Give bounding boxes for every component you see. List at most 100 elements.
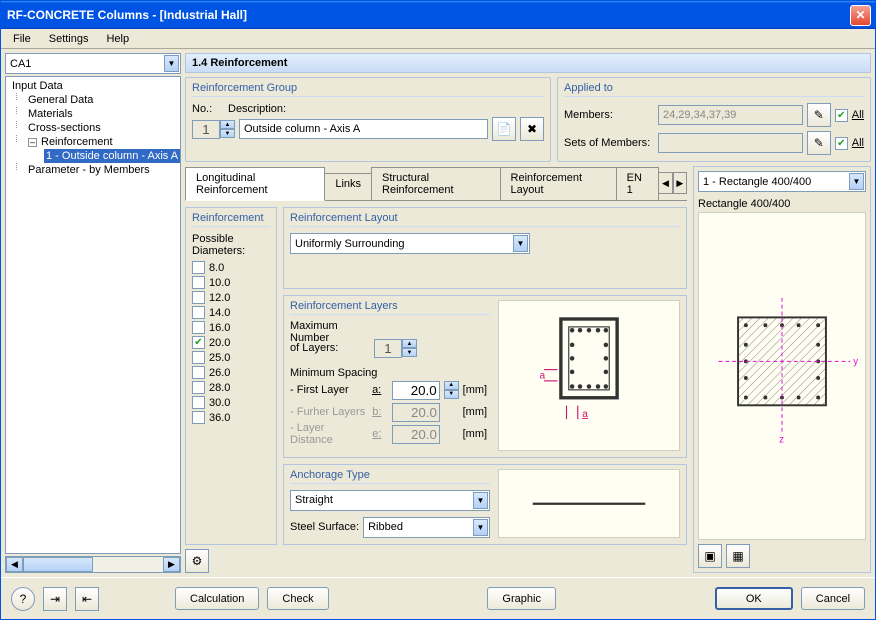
menu-help[interactable]: Help <box>98 31 137 47</box>
chevron-down-icon[interactable]: ▼ <box>473 492 488 509</box>
export-icon[interactable]: ⇤ <box>75 587 99 611</box>
sets-label: Sets of Members: <box>564 137 654 149</box>
menubar: File Settings Help <box>1 29 875 49</box>
diameter-item[interactable]: ✔20.0 <box>192 336 270 349</box>
graphic-button[interactable]: Graphic <box>487 587 556 610</box>
tree-reinf-child[interactable]: 1 - Outside column - Axis A <box>8 149 178 163</box>
diameter-item[interactable]: 14.0 <box>192 306 270 319</box>
members-all-check[interactable]: ✔ <box>835 109 848 122</box>
delete-group-icon[interactable]: ✖ <box>520 117 544 141</box>
diameter-item[interactable]: 30.0 <box>192 396 270 409</box>
settings-icon[interactable]: ⚙ <box>185 549 209 573</box>
chevron-down-icon[interactable]: ▼ <box>849 173 864 190</box>
diameter-check[interactable]: ✔ <box>192 336 205 349</box>
tab-longitudinal[interactable]: Longitudinal Reinforcement <box>185 167 325 201</box>
diameter-check[interactable] <box>192 366 205 379</box>
scroll-left-icon[interactable]: ◀ <box>6 557 23 572</box>
diameter-item[interactable]: 10.0 <box>192 276 270 289</box>
diameter-check[interactable] <box>192 276 205 289</box>
diameter-check[interactable] <box>192 381 205 394</box>
close-icon[interactable]: ✕ <box>850 5 871 26</box>
cancel-button[interactable]: Cancel <box>801 587 865 610</box>
tree-reinforcement[interactable]: –Reinforcement <box>8 135 178 149</box>
diameter-item[interactable]: 12.0 <box>192 291 270 304</box>
tree-parameter[interactable]: Parameter - by Members <box>8 163 178 177</box>
preview-btn1-icon[interactable]: ▣ <box>698 544 722 568</box>
surface-combo[interactable]: Ribbed ▼ <box>363 517 490 538</box>
tree-general[interactable]: General Data <box>8 93 178 107</box>
chevron-down-icon[interactable]: ▼ <box>164 55 179 72</box>
check-button[interactable]: Check <box>267 587 328 610</box>
tab-scroll-right-icon[interactable]: ▶ <box>673 172 687 194</box>
diameter-item[interactable]: 8.0 <box>192 261 270 274</box>
layer-diagram: a a <box>498 300 680 451</box>
scroll-right-icon[interactable]: ▶ <box>163 557 180 572</box>
sets-all-label[interactable]: All <box>852 137 864 149</box>
main-content: Longitudinal Reinforcement Links Structu… <box>185 166 871 573</box>
diameter-item[interactable]: 28.0 <box>192 381 270 394</box>
nav-tree[interactable]: Input Data General Data Materials Cross-… <box>5 76 181 554</box>
help-icon[interactable]: ? <box>11 587 35 611</box>
chevron-down-icon[interactable]: ▼ <box>513 235 528 252</box>
tree-hscroll[interactable]: ◀ ▶ <box>5 556 181 573</box>
diameter-check[interactable] <box>192 306 205 319</box>
diameter-item[interactable]: 25.0 <box>192 351 270 364</box>
members-all-label[interactable]: All <box>852 109 864 121</box>
pick-members-icon[interactable]: ✎ <box>807 103 831 127</box>
diameter-item[interactable]: 36.0 <box>192 411 270 424</box>
no-label: No.: <box>192 103 224 115</box>
diameter-check[interactable] <box>192 321 205 334</box>
calculation-button[interactable]: Calculation <box>175 587 259 610</box>
anchorage-diagram <box>498 469 680 539</box>
menu-file[interactable]: File <box>5 31 39 47</box>
tree-materials[interactable]: Materials <box>8 107 178 121</box>
new-group-icon[interactable]: 📄 <box>492 117 516 141</box>
tab-structural[interactable]: Structural Reinforcement <box>371 167 501 200</box>
layout-combo[interactable]: Uniformly Surrounding ▼ <box>290 233 530 254</box>
collapse-icon[interactable]: – <box>28 138 37 147</box>
anchorage-combo[interactable]: Straight ▼ <box>290 490 490 511</box>
right-panel: 1.4 Reinforcement Reinforcement Group No… <box>185 53 871 573</box>
anchorage-type: Anchorage Type Straight ▼ Steel Surface: <box>283 464 687 546</box>
members-label: Members: <box>564 109 654 121</box>
desc-input[interactable]: Outside column - Axis A <box>239 119 488 139</box>
tree-root[interactable]: Input Data <box>8 79 178 93</box>
preview-btn2-icon[interactable]: ▦ <box>726 544 750 568</box>
layer-dist-input <box>392 425 440 444</box>
further-layer-input <box>392 403 440 422</box>
tabs: Longitudinal Reinforcement Links Structu… <box>185 166 687 201</box>
page-title: 1.4 Reinforcement <box>185 53 871 73</box>
diameter-item[interactable]: 16.0 <box>192 321 270 334</box>
group-no-spinner[interactable]: ▲▼ <box>192 120 235 139</box>
tab-links[interactable]: Links <box>324 173 372 194</box>
pick-sets-icon[interactable]: ✎ <box>807 131 831 155</box>
diameter-check[interactable] <box>192 261 205 274</box>
members-field: 24,29,34,37,39 <box>658 105 803 125</box>
tree-cross[interactable]: Cross-sections <box>8 121 178 135</box>
tab-scroll-left-icon[interactable]: ◀ <box>658 172 672 194</box>
spin-up-icon[interactable]: ▲ <box>220 120 235 129</box>
case-combo[interactable]: CA1 ▼ <box>5 53 181 74</box>
tab-en[interactable]: EN 1 <box>616 167 660 200</box>
sets-all-check[interactable]: ✔ <box>835 137 848 150</box>
diameter-check[interactable] <box>192 351 205 364</box>
chevron-down-icon[interactable]: ▼ <box>473 519 488 536</box>
svg-text:z: z <box>779 434 784 445</box>
reinforcement-layout: Reinforcement Layout Uniformly Surroundi… <box>283 207 687 289</box>
group-no-input[interactable] <box>192 120 220 139</box>
diameter-check[interactable] <box>192 396 205 409</box>
diameter-check[interactable] <box>192 291 205 304</box>
ok-button[interactable]: OK <box>715 587 793 610</box>
titlebar: RF-CONCRETE Columns - [Industrial Hall] … <box>1 1 875 29</box>
import-icon[interactable]: ⇥ <box>43 587 67 611</box>
max-layers-spinner[interactable]: ▲▼ <box>374 339 417 358</box>
diameter-item[interactable]: 26.0 <box>192 366 270 379</box>
reinforcement-layers: Reinforcement Layers Maximum Number of L… <box>283 295 687 458</box>
tab-layout[interactable]: Reinforcement Layout <box>500 167 617 200</box>
first-layer-input[interactable] <box>392 381 440 400</box>
window-title: RF-CONCRETE Columns - [Industrial Hall] <box>7 8 850 22</box>
menu-settings[interactable]: Settings <box>41 31 97 47</box>
section-combo[interactable]: 1 - Rectangle 400/400 ▼ <box>698 171 866 192</box>
spin-down-icon[interactable]: ▼ <box>220 129 235 138</box>
diameter-check[interactable] <box>192 411 205 424</box>
